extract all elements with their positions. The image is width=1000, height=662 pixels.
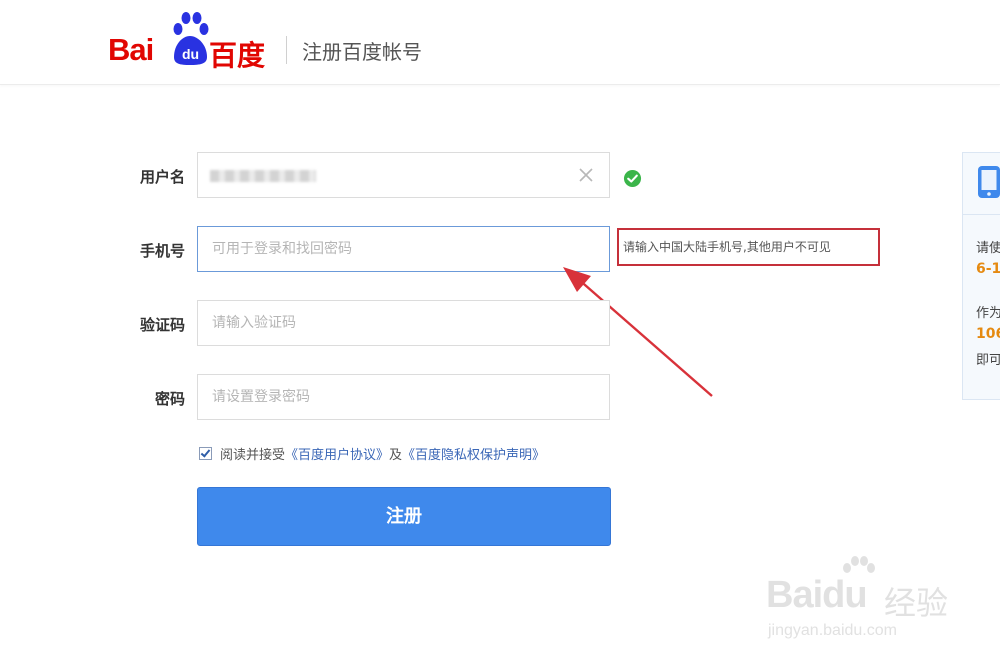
panel-line-3: 作为 [976,306,1000,321]
username-label: 用户名 [139,168,185,186]
code-field-box [197,300,610,346]
panel-line-4: 106 [976,326,1000,342]
logo-du-text: du [182,46,199,62]
panel-line-1: 请使 [976,241,1000,256]
watermark-url: jingyan.baidu.com [768,622,897,639]
phone-label: 手机号 [139,242,185,260]
logo-cn-text: 百度 [209,39,266,72]
phone-field-box [197,226,610,272]
phone-hint-tooltip: 请输入中国大陆手机号,其他用户不可见 [617,228,880,266]
privacy-statement-link[interactable]: 《百度隐私权保护声明》 [402,448,545,463]
panel-divider [963,214,1000,215]
header: Bai du 百度 注册百度帐号 [0,0,1000,85]
verification-code-input[interactable] [212,301,572,345]
agreement-prefix: 阅读并接受 [220,448,286,463]
header-divider [286,36,287,64]
agreement-checkbox[interactable] [199,447,212,460]
panel-line-2: 6-1 [976,261,1000,277]
agreement-middle: 及 [389,448,403,463]
watermark-paw-icon [843,556,875,573]
username-field[interactable] [197,152,610,198]
password-label: 密码 [154,390,185,408]
page-title: 注册百度帐号 [302,40,422,64]
username-value-redacted [210,170,316,182]
clear-icon[interactable] [577,166,595,184]
logo-bai-text: Bai [108,32,154,67]
baidu-logo[interactable]: Bai du 百度 [108,12,274,72]
code-label: 验证码 [139,316,185,334]
jingyan-watermark: Baidu 经验 jingyan.baidu.com [766,556,956,646]
password-field-box [197,374,610,420]
panel-line-5: 即可 [976,353,1000,368]
register-button[interactable]: 注册 [197,487,611,546]
watermark-cn: 经验 [884,584,949,622]
user-agreement-link[interactable]: 《百度用户协议》 [285,448,389,463]
mobile-phone-icon [978,166,1000,198]
password-input[interactable] [212,375,572,419]
phone-input[interactable] [212,227,572,271]
agreement-row: 阅读并接受《百度用户协议》及《百度隐私权保护声明》 [199,444,545,463]
check-circle-icon [623,169,642,188]
baidu-paw-icon: du [173,12,209,65]
sms-register-panel: 请使 6-1 作为 106 即可 [962,152,1000,400]
